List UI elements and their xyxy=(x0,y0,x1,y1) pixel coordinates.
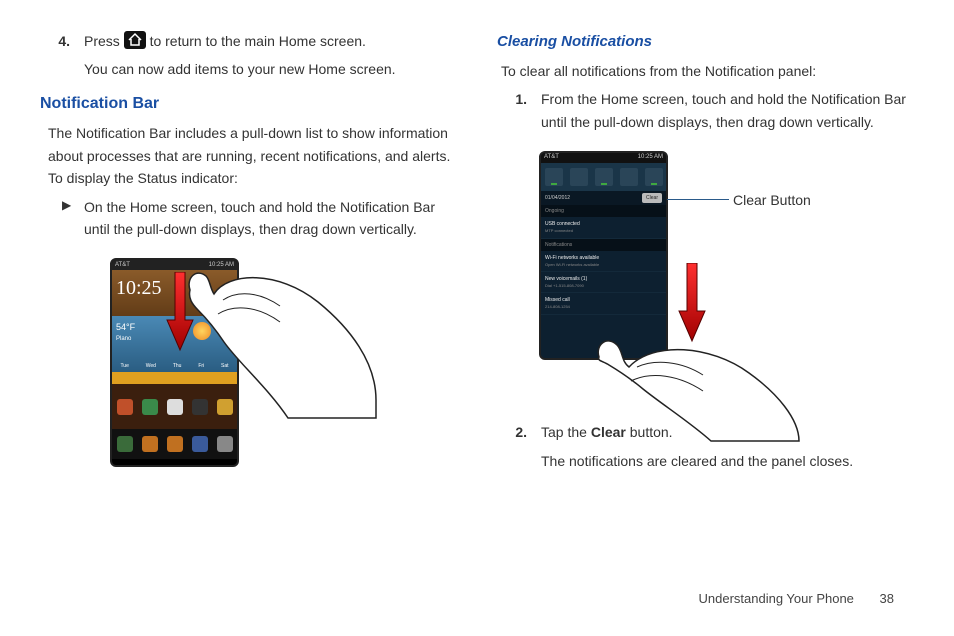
item-sub: Open Wi-Fi networks available xyxy=(545,262,662,268)
notification-item: Wi-Fi networks available Open Wi-Fi netw… xyxy=(541,251,666,272)
toggle-airplane-icon xyxy=(620,168,638,186)
clock-time: 10:25 xyxy=(116,277,162,299)
toggle-gps-icon xyxy=(595,168,613,186)
item-sub: MTP connected xyxy=(545,228,662,234)
toggle-bluetooth-icon xyxy=(570,168,588,186)
step-number: 1. xyxy=(497,88,541,133)
section-ongoing: Ongoing xyxy=(541,205,666,217)
figure-notification-panel: AT&T 10:25 AM 01/04/2012 Clear Ongoing U… xyxy=(539,151,914,421)
item-title: Missed call xyxy=(545,296,662,304)
step-text: From the Home screen, touch and hold the… xyxy=(541,88,914,133)
status-time: 10:25 AM xyxy=(638,153,663,163)
dock-icon xyxy=(142,436,158,452)
dock-row xyxy=(112,429,237,459)
date-label: 01/04/2012 xyxy=(545,194,570,202)
section-notifications: Notifications xyxy=(541,239,666,251)
status-bar: AT&T 10:25 AM xyxy=(541,153,666,163)
left-column: 4. Press to return to the main Home scre… xyxy=(40,30,477,616)
step-number: 2. xyxy=(497,421,541,472)
carrier-label: AT&T xyxy=(544,153,559,163)
item-title: New voicemails (1) xyxy=(545,275,662,283)
toggle-wifi-icon xyxy=(545,168,563,186)
dock-icon xyxy=(117,436,133,452)
day: Tue xyxy=(120,362,128,370)
footer-page-number: 38 xyxy=(880,591,894,606)
temp-place: Plano xyxy=(116,335,135,345)
text-part: to return to the main Home screen. xyxy=(150,33,366,49)
dock-icon xyxy=(217,436,233,452)
item-title: Wi-Fi networks available xyxy=(545,254,662,262)
step-number: 4. xyxy=(40,30,84,81)
notification-item: New voicemails (1) Dial +1-515-808-7090 xyxy=(541,272,666,293)
page-footer: Understanding Your Phone 38 xyxy=(699,589,895,610)
manual-page: 4. Press to return to the main Home scre… xyxy=(0,0,954,636)
text-part: Press xyxy=(84,33,124,49)
right-column: Clearing Notifications To clear all noti… xyxy=(477,30,914,616)
app-icon xyxy=(117,399,133,415)
step-1: 1. From the Home screen, touch and hold … xyxy=(497,88,914,133)
heading-notification-bar: Notification Bar xyxy=(40,91,457,117)
notification-item: USB connected MTP connected xyxy=(541,217,666,238)
heading-clearing-notifications: Clearing Notifications xyxy=(497,30,914,54)
item-title: USB connected xyxy=(545,220,662,228)
quick-toggles-row xyxy=(541,163,666,191)
pointing-hand-icon xyxy=(581,323,801,443)
step-4: 4. Press to return to the main Home scre… xyxy=(40,30,457,81)
step-text: Press to return to the main Home screen.… xyxy=(84,30,457,81)
clear-button: Clear xyxy=(642,193,662,203)
triangle-bullet-icon: ▶ xyxy=(62,196,84,241)
temp-value: 54°F xyxy=(116,320,135,334)
step-subtext: The notifications are cleared and the pa… xyxy=(541,450,914,472)
step-subtext: You can now add items to your new Home s… xyxy=(84,58,457,80)
figure-home-screen-drag: AT&T 10:25 AM 10:25 54°F Plano Tue Wed T xyxy=(110,258,457,467)
home-icon xyxy=(124,31,146,49)
footer-section: Understanding Your Phone xyxy=(699,591,854,606)
intro-text: To clear all notifications from the Noti… xyxy=(501,60,914,82)
date-clear-bar: 01/04/2012 Clear xyxy=(541,191,666,205)
day: Wed xyxy=(146,362,156,370)
carrier-label: AT&T xyxy=(115,261,130,271)
notification-item: Missed call 214-808-1254 xyxy=(541,293,666,314)
item-sub: Dial +1-515-808-7090 xyxy=(545,283,662,289)
dock-icon xyxy=(167,436,183,452)
callout-line xyxy=(667,199,729,200)
item-sub: 214-808-1254 xyxy=(545,304,662,310)
callout-clear-button: Clear Button xyxy=(733,189,811,211)
app-icon xyxy=(142,399,158,415)
toggle-rotation-icon xyxy=(645,168,663,186)
intro-text: The Notification Bar includes a pull-dow… xyxy=(48,122,457,189)
bullet-text: On the Home screen, touch and hold the N… xyxy=(84,196,457,241)
pointing-hand-icon xyxy=(168,250,378,420)
dock-icon xyxy=(192,436,208,452)
bullet-instruction: ▶ On the Home screen, touch and hold the… xyxy=(62,196,457,241)
weather-temp: 54°F Plano xyxy=(116,320,135,344)
